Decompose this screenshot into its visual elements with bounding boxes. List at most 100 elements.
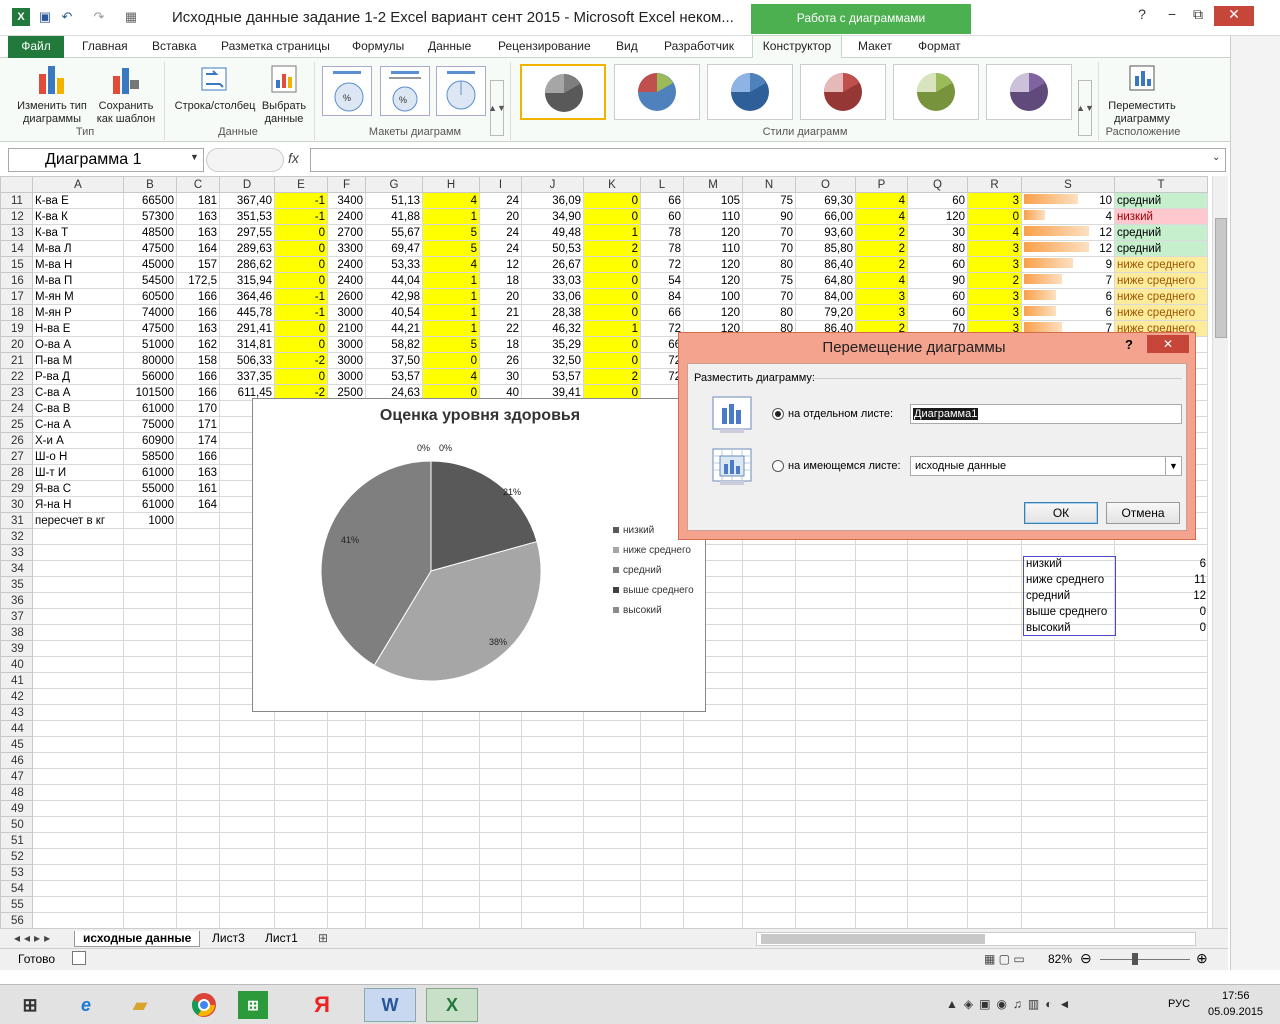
cell-t[interactable]	[1114, 752, 1208, 769]
scroll-thumb[interactable]	[761, 934, 985, 944]
cell-f[interactable]	[327, 880, 366, 897]
cell-j[interactable]: 35,29	[521, 336, 584, 353]
row-header[interactable]: 31	[0, 512, 33, 529]
cell-nn[interactable]: 70	[742, 240, 796, 257]
cell-g[interactable]: 51,13	[365, 192, 423, 209]
cell-d[interactable]	[219, 896, 275, 913]
cell-r[interactable]	[967, 832, 1022, 849]
cell-e[interactable]: 0	[274, 320, 328, 337]
chart-style-2[interactable]	[614, 64, 700, 120]
data-label[interactable]: 0%	[439, 443, 452, 453]
cell-q[interactable]	[907, 784, 968, 801]
cell-i[interactable]	[479, 832, 522, 849]
cell-l[interactable]: 66	[640, 192, 684, 209]
cell-b[interactable]: 60500	[123, 288, 177, 305]
row-header[interactable]: 19	[0, 320, 33, 337]
cell-p[interactable]	[855, 704, 908, 721]
cell-f[interactable]	[327, 752, 366, 769]
cell-o[interactable]	[795, 656, 856, 673]
cell-t[interactable]	[1114, 896, 1208, 913]
legend-entry[interactable]: высокий	[613, 605, 662, 616]
cell-b[interactable]	[123, 544, 177, 561]
cell-f[interactable]: 2100	[327, 320, 366, 337]
cell-t[interactable]	[1114, 864, 1208, 881]
row-header[interactable]: 49	[0, 800, 33, 817]
cell-m[interactable]	[683, 784, 743, 801]
column-header[interactable]: J	[521, 176, 584, 193]
sheet-nav-arrows-icon[interactable]: ◂◂▸▸	[14, 931, 54, 947]
cell-e[interactable]: -1	[274, 192, 328, 209]
column-header[interactable]: C	[176, 176, 220, 193]
row-header[interactable]: 45	[0, 736, 33, 753]
cell-nn[interactable]	[742, 704, 796, 721]
cell-p[interactable]: 4	[855, 208, 908, 225]
cell-j[interactable]	[521, 848, 584, 865]
cell-e[interactable]: 0	[274, 240, 328, 257]
cell-p[interactable]	[855, 688, 908, 705]
cell-r[interactable]	[967, 720, 1022, 737]
cell-j[interactable]	[521, 816, 584, 833]
sheet-tab-3[interactable]: Лист3	[212, 931, 245, 947]
cell-c[interactable]	[176, 704, 220, 721]
chart-style-6[interactable]	[986, 64, 1072, 120]
row-header[interactable]: 24	[0, 400, 33, 417]
chart-style-4[interactable]	[800, 64, 886, 120]
horizontal-scrollbar[interactable]	[756, 932, 1196, 946]
cell-c[interactable]	[176, 736, 220, 753]
cell-b[interactable]: 61000	[123, 464, 177, 481]
cell-l[interactable]	[640, 848, 684, 865]
cell-h[interactable]: 1	[422, 304, 480, 321]
cell-j[interactable]	[521, 768, 584, 785]
cell-e[interactable]: -1	[274, 288, 328, 305]
cell-b[interactable]	[123, 704, 177, 721]
fx-icon[interactable]: fx	[288, 150, 299, 166]
cell-m[interactable]: 110	[683, 208, 743, 225]
cell-b[interactable]	[123, 736, 177, 753]
row-header[interactable]: 26	[0, 432, 33, 449]
cell-s[interactable]	[1021, 912, 1115, 928]
cell-c[interactable]	[176, 720, 220, 737]
cell-t[interactable]	[1114, 640, 1208, 657]
cell-p[interactable]	[855, 816, 908, 833]
cell-g[interactable]	[365, 880, 423, 897]
cell-h[interactable]	[422, 752, 480, 769]
cell-c[interactable]: 163	[176, 320, 220, 337]
cell-o[interactable]	[795, 608, 856, 625]
cell-nn[interactable]	[742, 576, 796, 593]
cell-r[interactable]	[967, 912, 1022, 928]
cell-l[interactable]	[640, 768, 684, 785]
cell-a[interactable]: Я-ва С	[32, 480, 124, 497]
cell-r[interactable]	[967, 816, 1022, 833]
chart-layout-2[interactable]: %	[380, 66, 430, 116]
cell-q[interactable]	[907, 720, 968, 737]
cell-o[interactable]	[795, 672, 856, 689]
cell-t[interactable]	[1114, 736, 1208, 753]
column-header[interactable]: Q	[907, 176, 968, 193]
cell-p[interactable]	[855, 656, 908, 673]
cell-f[interactable]	[327, 912, 366, 928]
cell-a[interactable]	[32, 912, 124, 928]
column-header[interactable]: R	[967, 176, 1022, 193]
clock-date[interactable]: 05.09.2015	[1208, 1006, 1263, 1018]
cell-b[interactable]	[123, 896, 177, 913]
cell-i[interactable]	[479, 880, 522, 897]
cell-h[interactable]	[422, 880, 480, 897]
cell-t[interactable]	[1114, 800, 1208, 817]
cell-o[interactable]	[795, 864, 856, 881]
cell-o[interactable]	[795, 720, 856, 737]
cell-j[interactable]	[521, 784, 584, 801]
cell-b[interactable]: 55000	[123, 480, 177, 497]
cell-e[interactable]: 0	[274, 224, 328, 241]
cell-l[interactable]: 84	[640, 288, 684, 305]
cell-p[interactable]	[855, 896, 908, 913]
cell-e[interactable]	[274, 800, 328, 817]
cell-b[interactable]	[123, 640, 177, 657]
cell-m[interactable]	[683, 848, 743, 865]
cell-a[interactable]: Ш-т И	[32, 464, 124, 481]
cell-h[interactable]: 1	[422, 272, 480, 289]
cell-d[interactable]: 297,55	[219, 224, 275, 241]
cell-l[interactable]	[640, 896, 684, 913]
cell-g[interactable]: 44,21	[365, 320, 423, 337]
cell-q[interactable]	[907, 592, 968, 609]
cell-d[interactable]: 445,78	[219, 304, 275, 321]
